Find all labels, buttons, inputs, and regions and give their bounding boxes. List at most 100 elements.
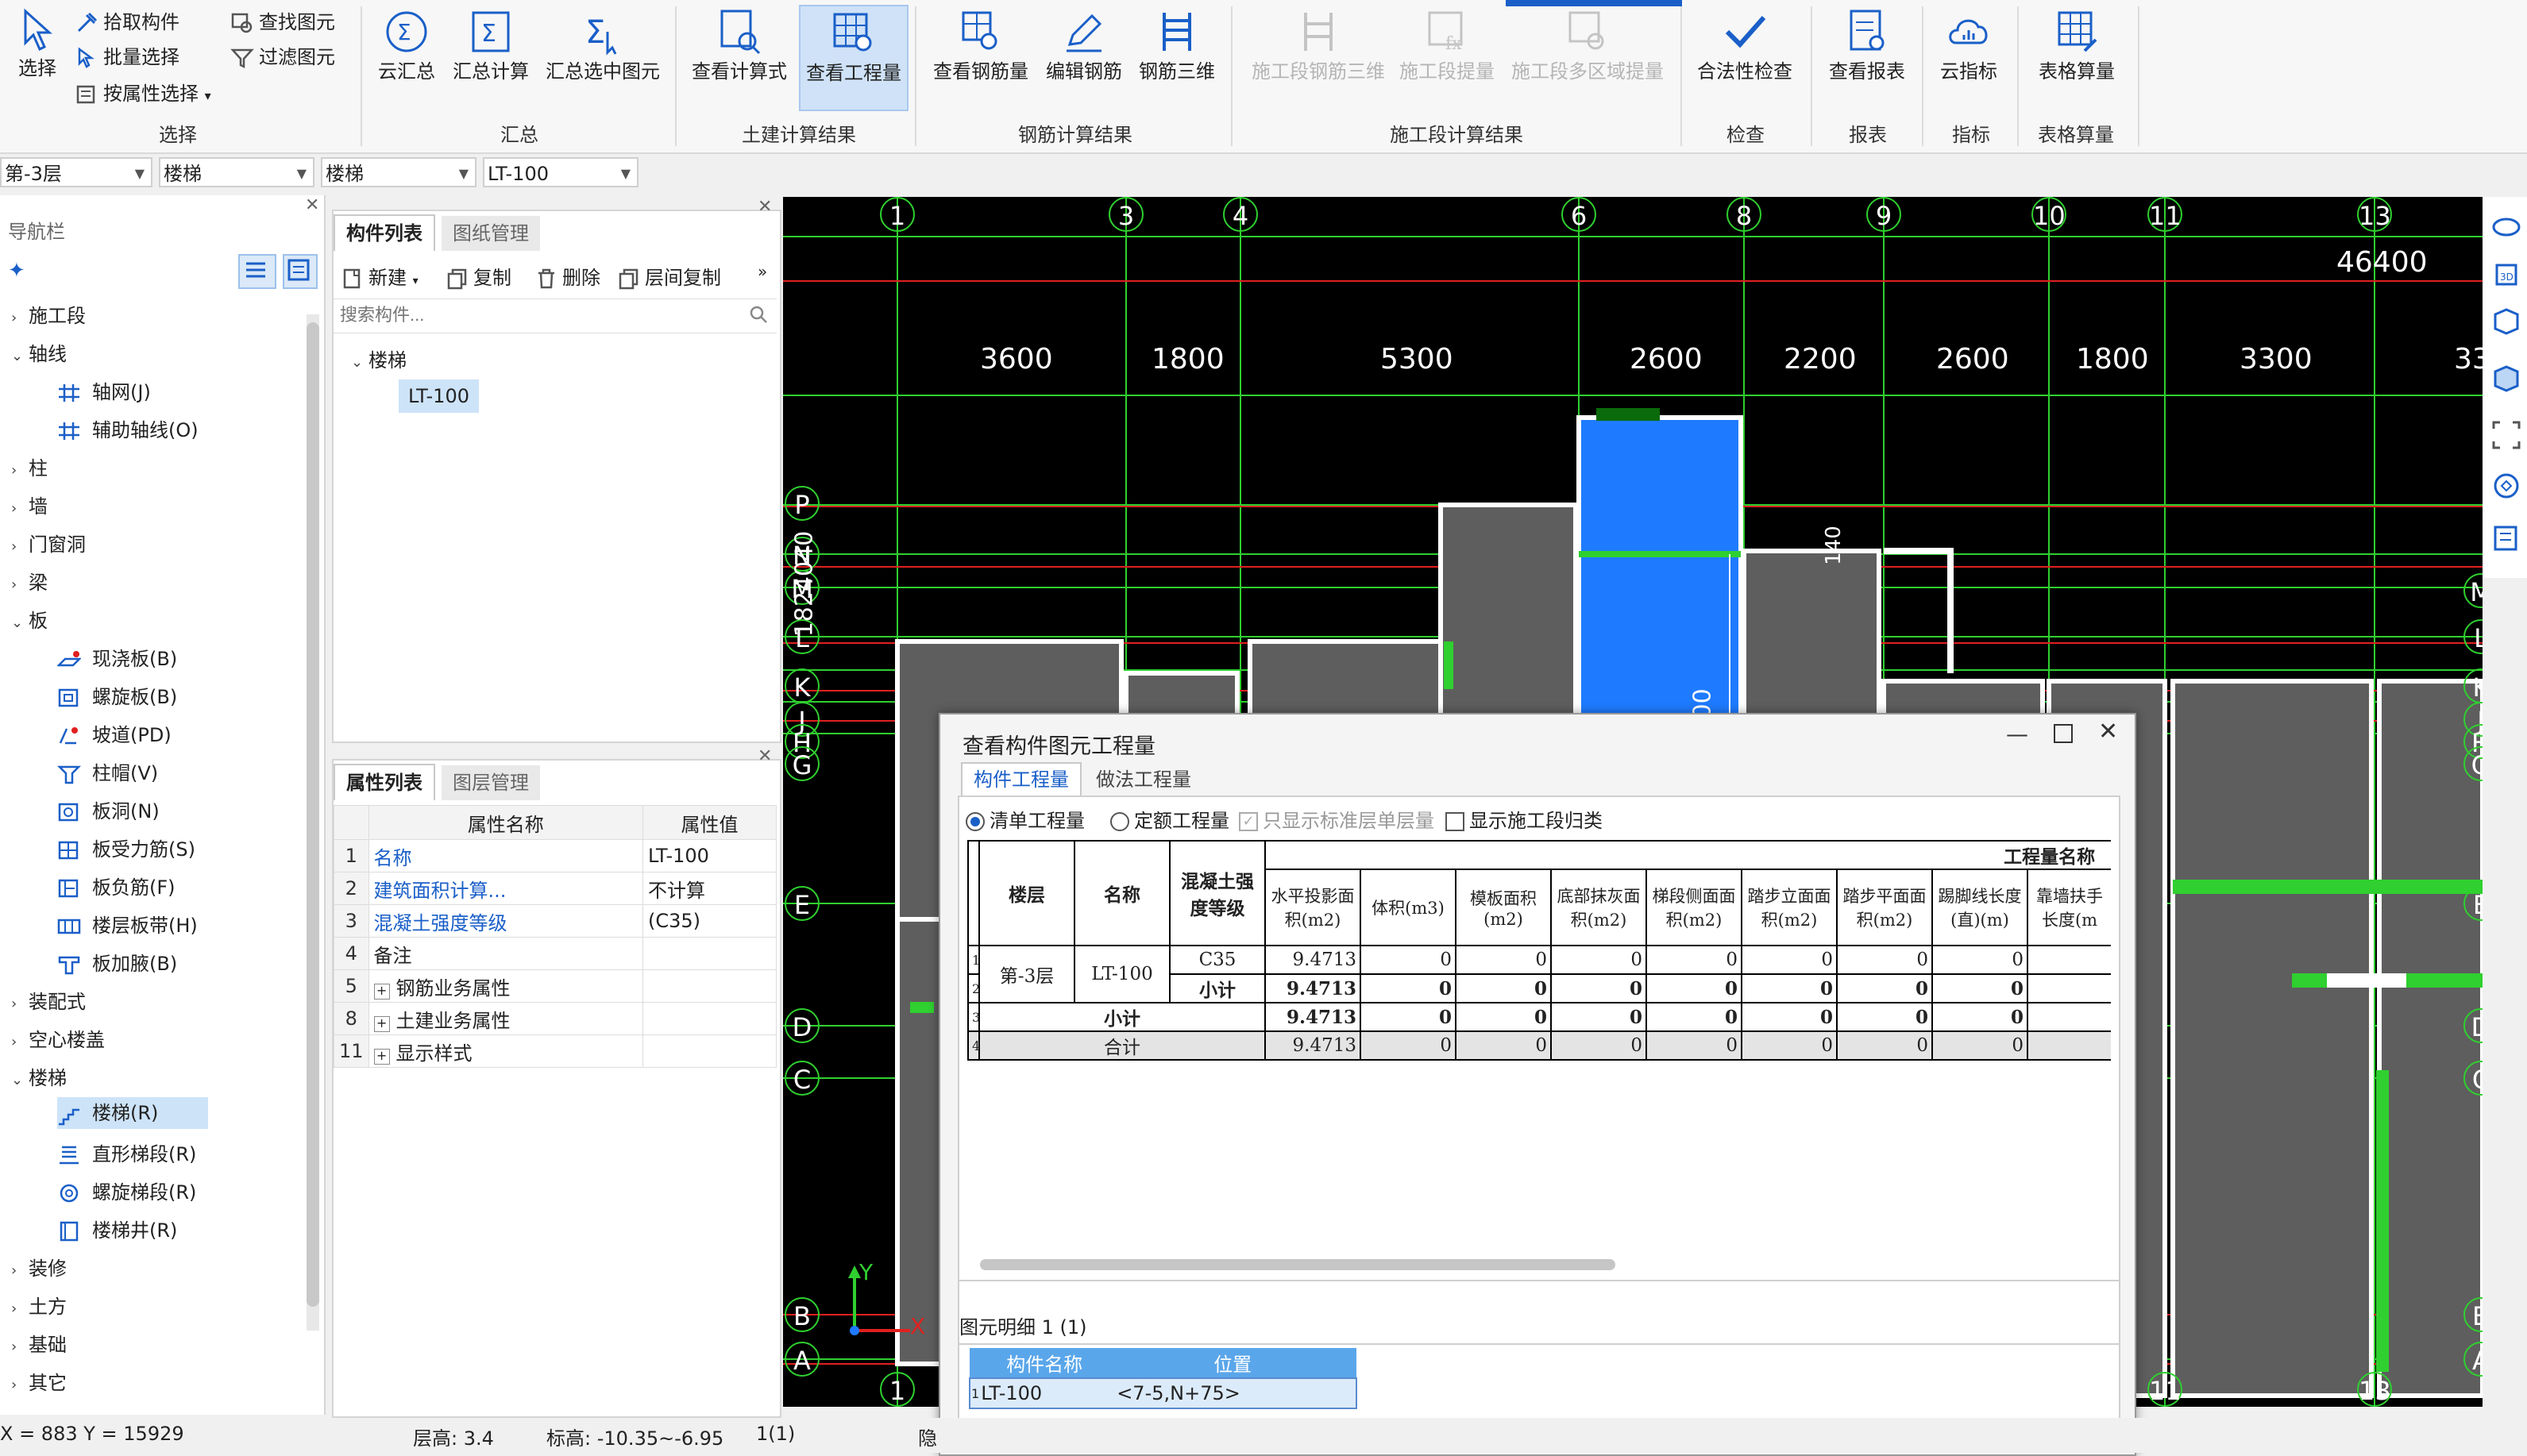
nav-item-column[interactable]: › 柱 <box>11 453 48 480</box>
nav-item-decoration[interactable]: › 装修 <box>11 1253 67 1281</box>
nav-item-slab-hole[interactable]: 板洞(N) <box>57 795 160 823</box>
cloud-summary-button[interactable]: Σ 云汇总 <box>375 8 438 83</box>
nav-item-straight-flight[interactable]: 直形梯段(R) <box>57 1138 196 1166</box>
new-component-button[interactable]: 新建 ▾ <box>341 262 419 290</box>
table-row[interactable]: 3 混凝土强度等级 (C35) <box>334 904 777 938</box>
pick-component-button[interactable]: 拾取构件 <box>75 6 179 35</box>
list-view-icon[interactable] <box>238 254 276 289</box>
nav-item-stairs[interactable]: ⌄ 楼梯 <box>11 1062 67 1090</box>
solid-view-icon[interactable] <box>2490 362 2522 399</box>
property-value[interactable]: (C35) <box>642 904 777 938</box>
tab-property-list[interactable]: 属性列表 <box>334 764 435 800</box>
close-icon[interactable]: ✕ <box>2098 718 2118 745</box>
filter-element-button[interactable]: 过滤图元 <box>230 41 335 70</box>
tree-node-stairs[interactable]: ⌄ 楼梯 <box>351 345 407 372</box>
nav-item-axis[interactable]: ⌄ 轴线 <box>11 338 67 366</box>
tab-component-quantity[interactable]: 构件工程量 <box>961 762 1082 795</box>
checkbox-standard-floor[interactable]: ✓ 只显示标准层单层量 <box>1239 805 1434 833</box>
rotate-view-icon[interactable] <box>2490 470 2522 507</box>
floor-copy-button[interactable]: 层间复制 <box>618 262 721 290</box>
box-view-icon[interactable] <box>2490 305 2522 341</box>
nav-item-spiral-slab[interactable]: 螺旋板(B) <box>57 681 177 709</box>
table-row[interactable]: 3 小计 9.4713 0 0 0 0 0 0 0 <box>967 1002 2111 1032</box>
copy-component-button[interactable]: 复制 <box>446 262 511 290</box>
close-icon[interactable]: ✕ <box>758 746 772 766</box>
orbit-icon[interactable] <box>2490 211 2522 248</box>
table-row[interactable]: 4 合计 9.4713 0 0 0 0 0 0 0 <box>967 1030 2111 1061</box>
table-row[interactable]: 1 LT-100 <7-5,N+75> <box>970 1378 1357 1408</box>
table-row[interactable]: 8 + 土建业务属性 <box>334 1002 777 1035</box>
nav-item-openings[interactable]: › 门窗洞 <box>11 529 86 557</box>
table-row[interactable]: 11 + 显示样式 <box>334 1034 777 1068</box>
nav-item-prefab[interactable]: › 装配式 <box>11 986 86 1014</box>
property-value[interactable]: LT-100 <box>642 839 777 872</box>
nav-item-cast-slab[interactable]: 现浇板(B) <box>56 643 177 671</box>
expand-icon[interactable]: + <box>373 983 390 1000</box>
select-button[interactable]: 选择 <box>11 8 64 80</box>
property-value[interactable] <box>642 937 777 970</box>
nav-item-stair-r[interactable]: 楼梯(R) <box>57 1097 208 1129</box>
view-rebar-button[interactable]: 查看钢筋量 <box>929 8 1032 83</box>
nav-item-axis-grid[interactable]: 轴网(J) <box>57 376 151 404</box>
nav-item-earthwork[interactable]: › 土方 <box>11 1291 67 1319</box>
radio-bill-quantity[interactable]: 清单工程量 <box>966 805 1085 833</box>
checkbox-phase-category[interactable]: 显示施工段归类 <box>1445 805 1603 833</box>
component-search-box[interactable] <box>334 299 777 333</box>
view-report-button[interactable]: 查看报表 <box>1823 8 1911 83</box>
view-formula-button[interactable]: 查看计算式 <box>688 8 791 83</box>
summary-calc-button[interactable]: Σ 汇总计算 <box>449 8 532 83</box>
edit-rebar-button[interactable]: 编辑钢筋 <box>1040 8 1128 83</box>
minimize-icon[interactable]: — <box>2006 721 2028 747</box>
phase-rebar-3d-button[interactable]: 施工段钢筋三维 <box>1247 8 1390 83</box>
nav-item-aux-axis[interactable]: 辅助轴线(O) <box>57 414 199 442</box>
tab-layer-manager[interactable]: 图层管理 <box>442 765 540 800</box>
expand-icon[interactable]: + <box>373 1015 390 1032</box>
nav-item-hollow-floor[interactable]: › 空心楼盖 <box>11 1024 105 1052</box>
close-icon[interactable]: ✕ <box>305 195 319 215</box>
batch-select-button[interactable]: 批量选择 <box>75 41 179 70</box>
nav-item-slab-rebar[interactable]: 板受力筋(S) <box>57 834 195 861</box>
nav-item-slab-haunch[interactable]: 板加腋(B) <box>57 948 177 976</box>
nav-item-spiral-flight[interactable]: 螺旋梯段(R) <box>57 1177 196 1204</box>
close-icon[interactable]: ✕ <box>758 197 772 217</box>
property-value[interactable]: 不计算 <box>642 872 777 905</box>
phase-quantity-button[interactable]: fx 施工段提量 <box>1398 8 1496 83</box>
find-element-button[interactable]: 查找图元 <box>230 6 335 35</box>
view-quantity-button[interactable]: 查看工程量 <box>799 5 909 111</box>
nav-item-foundation[interactable]: › 基础 <box>11 1329 67 1357</box>
tree-node-lt100[interactable]: LT-100 <box>399 379 479 413</box>
nav-item-slab-band[interactable]: 楼层板带(H) <box>57 910 198 938</box>
nav-item-column-cap[interactable]: 柱帽(V) <box>56 757 158 785</box>
detail-view-icon[interactable] <box>283 254 318 289</box>
nav-item-stairwell[interactable]: 楼梯井(R) <box>57 1215 177 1242</box>
tab-drawing-manager[interactable]: 图纸管理 <box>442 216 540 251</box>
tab-method-quantity[interactable]: 做法工程量 <box>1085 764 1202 795</box>
legality-check-button[interactable]: 合法性检查 <box>1693 8 1796 83</box>
type-dropdown[interactable]: 楼梯 ▼ <box>321 157 476 187</box>
select-by-attribute-button[interactable]: 按属性选择 ▾ <box>75 78 211 106</box>
table-calc-button[interactable]: 表格算量 <box>2030 8 2124 83</box>
maximize-icon[interactable] <box>2054 724 2073 743</box>
view-list-icon[interactable] <box>2490 522 2522 559</box>
table-row[interactable]: 1 名称 LT-100 <box>334 839 777 872</box>
nav-item-other[interactable]: › 其它 <box>11 1367 67 1395</box>
component-dropdown[interactable]: LT-100 ▼ <box>483 157 639 187</box>
delete-component-button[interactable]: 删除 <box>535 262 600 290</box>
nav-scrollbar[interactable] <box>307 314 319 1331</box>
hidden-toggle[interactable]: 隐 <box>918 1423 937 1450</box>
nav-item-construction-phase[interactable]: › 施工段 <box>11 300 86 328</box>
table-scrollbar[interactable] <box>980 1259 1615 1270</box>
table-row[interactable]: 1 第-3层 LT-100 C35 9.4713 0 0 0 0 0 0 0 <box>967 945 2111 1003</box>
table-row[interactable]: 5 + 钢筋业务属性 <box>334 969 777 1003</box>
table-row[interactable]: 4 备注 <box>334 937 777 970</box>
component-search-input[interactable] <box>338 299 723 331</box>
rebar-3d-button[interactable]: 钢筋三维 <box>1136 8 1218 83</box>
nav-item-slab[interactable]: ⌄ 板 <box>11 605 48 633</box>
cloud-index-button[interactable]: 云指标 <box>1933 8 2004 83</box>
fit-view-icon[interactable] <box>2490 419 2522 456</box>
floor-dropdown[interactable]: 第-3层 ▼ <box>0 157 152 187</box>
summary-selected-button[interactable]: Σ 汇总选中图元 <box>543 8 662 83</box>
radio-quota-quantity[interactable]: 定额工程量 <box>1110 805 1229 833</box>
search-icon[interactable] <box>748 304 769 329</box>
expand-icon[interactable]: + <box>373 1048 390 1065</box>
